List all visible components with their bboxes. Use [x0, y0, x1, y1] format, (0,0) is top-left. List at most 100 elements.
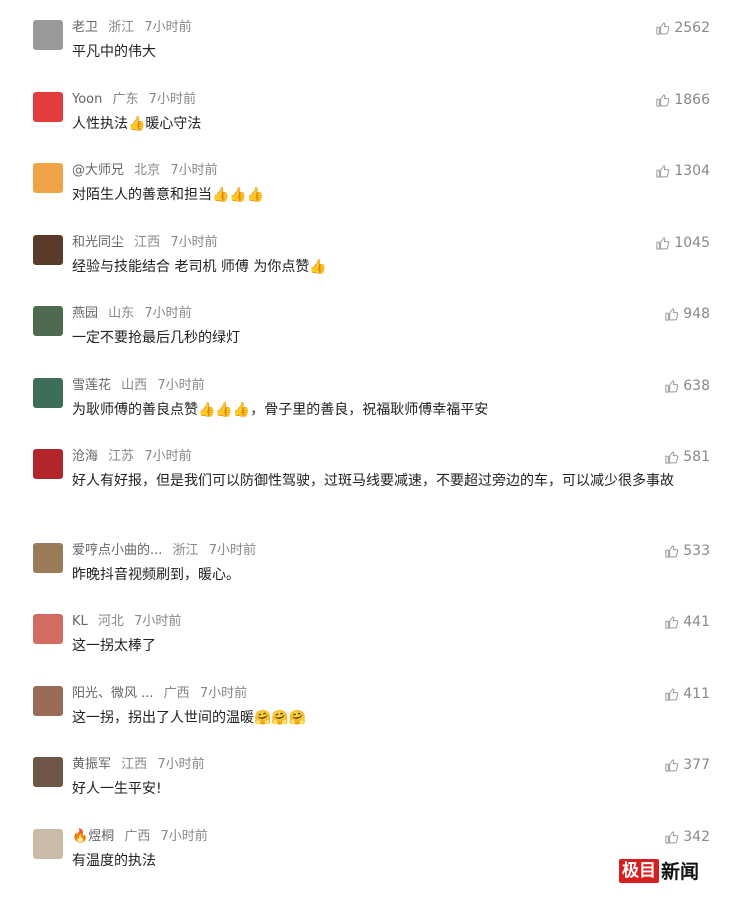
comment-text: 好人一生平安!: [72, 781, 162, 797]
comment-item: 阳光、微风 ... 广西 7小时前 411 这一拐，拐出了人世间的温暖🤗🤗🤗: [0, 686, 737, 746]
like-count: 1045: [674, 235, 710, 251]
like-button[interactable]: 1866: [655, 92, 710, 108]
like-button[interactable]: 377: [664, 757, 710, 773]
comment-meta: 🔥煜桐 广西 7小时前: [72, 829, 214, 845]
region: 广东: [112, 92, 139, 107]
like-count: 638: [683, 378, 710, 394]
comment-text: 经验与技能结合 老司机 师傅 为你点赞👍: [72, 259, 327, 275]
comment-item: 爱哼点小曲的... 浙江 7小时前 533 昨晚抖音视频刷到，暖心。: [0, 543, 737, 603]
avatar[interactable]: [33, 757, 63, 787]
thumb-up-icon: [665, 830, 679, 844]
comment-meta: 阳光、微风 ... 广西 7小时前: [72, 686, 253, 702]
comment-meta: 和光同尘 江西 7小时前: [72, 235, 224, 251]
timestamp: 7小时前: [157, 757, 205, 772]
comment-meta: 雪莲花 山西 7小时前: [72, 378, 211, 394]
timestamp: 7小时前: [144, 306, 192, 321]
thumb-up-icon: [656, 21, 670, 35]
timestamp: 7小时前: [208, 543, 256, 558]
timestamp: 7小时前: [144, 449, 192, 464]
like-button[interactable]: 1045: [655, 235, 710, 251]
comment-text: 平凡中的伟大: [72, 44, 156, 60]
comment-text: 为耿师傅的善良点赞👍👍👍，骨子里的善良，祝福耿师傅幸福平安: [72, 402, 489, 418]
thumb-up-icon: [665, 544, 679, 558]
like-count: 411: [683, 686, 710, 702]
region: 江西: [134, 235, 161, 250]
like-button[interactable]: 1304: [655, 163, 710, 179]
nickname[interactable]: 老卫: [72, 20, 98, 35]
avatar[interactable]: [33, 686, 63, 716]
watermark-box: 极目: [619, 858, 659, 883]
avatar[interactable]: [33, 20, 63, 50]
comment-item: Yoon 广东 7小时前 1866 人性执法👍暖心守法: [0, 92, 737, 152]
nickname[interactable]: @大师兄: [72, 163, 124, 178]
region: 广西: [124, 829, 151, 844]
like-button[interactable]: 581: [664, 449, 710, 465]
comment-item: @大师兄 北京 7小时前 1304 对陌生人的善意和担当👍👍👍: [0, 163, 737, 223]
avatar[interactable]: [33, 829, 63, 859]
region: 浙江: [108, 20, 135, 35]
like-button[interactable]: 441: [664, 614, 710, 630]
avatar[interactable]: [33, 235, 63, 265]
timestamp: 7小时前: [148, 92, 196, 107]
like-button[interactable]: 342: [664, 829, 710, 845]
region: 浙江: [172, 543, 199, 558]
like-count: 342: [683, 829, 710, 845]
timestamp: 7小时前: [134, 614, 182, 629]
thumb-up-icon: [665, 687, 679, 701]
comment-meta: 老卫 浙江 7小时前: [72, 20, 198, 36]
timestamp: 7小时前: [170, 163, 218, 178]
timestamp: 7小时前: [160, 829, 208, 844]
nickname[interactable]: 沧海: [72, 449, 98, 464]
comment-meta: 沧海 江苏 7小时前: [72, 449, 198, 465]
comment-meta: 黄振军 江西 7小时前: [72, 757, 211, 773]
nickname[interactable]: 🔥煜桐: [72, 829, 114, 844]
like-button[interactable]: 533: [664, 543, 710, 559]
like-button[interactable]: 2562: [655, 20, 710, 36]
comment-item: 沧海 江苏 7小时前 581 好人有好报，但是我们可以防御性驾驶，过斑马线要减速…: [0, 449, 737, 509]
nickname[interactable]: 黄振军: [72, 757, 111, 772]
comment-item: 和光同尘 江西 7小时前 1045 经验与技能结合 老司机 师傅 为你点赞👍: [0, 235, 737, 295]
comment-text: 有温度的执法: [72, 853, 156, 869]
region: 山西: [121, 378, 148, 393]
comment-item: 雪莲花 山西 7小时前 638 为耿师傅的善良点赞👍👍👍，骨子里的善良，祝福耿师…: [0, 378, 737, 438]
avatar[interactable]: [33, 614, 63, 644]
timestamp: 7小时前: [170, 235, 218, 250]
like-count: 581: [683, 449, 710, 465]
like-button[interactable]: 638: [664, 378, 710, 394]
region: 北京: [134, 163, 161, 178]
nickname[interactable]: 雪莲花: [72, 378, 111, 393]
region: 广西: [163, 686, 190, 701]
timestamp: 7小时前: [144, 20, 192, 35]
avatar[interactable]: [33, 306, 63, 336]
nickname[interactable]: 爱哼点小曲的...: [72, 543, 162, 558]
comment-meta: 爱哼点小曲的... 浙江 7小时前: [72, 543, 262, 559]
comment-meta: Yoon 广东 7小时前: [72, 92, 202, 108]
comment-text: 好人有好报，但是我们可以防御性驾驶，过斑马线要减速，不要超过旁边的车，可以减少很…: [72, 473, 674, 489]
nickname[interactable]: KL: [72, 614, 88, 629]
timestamp: 7小时前: [199, 686, 248, 701]
comment-text: 这一拐太棒了: [72, 638, 156, 654]
nickname[interactable]: 燕园: [72, 306, 98, 321]
avatar[interactable]: [33, 163, 63, 193]
like-button[interactable]: 948: [664, 306, 710, 322]
comment-item: 老卫 浙江 7小时前 2562 平凡中的伟大: [0, 20, 737, 80]
comment-item: 黄振军 江西 7小时前 377 好人一生平安!: [0, 757, 737, 817]
like-count: 533: [683, 543, 710, 559]
avatar[interactable]: [33, 543, 63, 573]
nickname[interactable]: 阳光、微风 ...: [72, 686, 154, 701]
like-count: 948: [683, 306, 710, 322]
like-button[interactable]: 411: [664, 686, 710, 702]
like-count: 441: [683, 614, 710, 630]
like-count: 1866: [674, 92, 710, 108]
comment-text: 对陌生人的善意和担当👍👍👍: [72, 187, 265, 203]
comment-text: 一定不要抢最后几秒的绿灯: [72, 330, 240, 346]
avatar[interactable]: [33, 449, 63, 479]
avatar[interactable]: [33, 92, 63, 122]
thumb-up-icon: [656, 93, 670, 107]
nickname[interactable]: Yoon: [72, 92, 102, 107]
nickname[interactable]: 和光同尘: [72, 235, 124, 250]
avatar[interactable]: [33, 378, 63, 408]
region: 河北: [97, 614, 124, 629]
comment-meta: KL 河北 7小时前: [72, 614, 187, 630]
thumb-up-icon: [656, 164, 670, 178]
